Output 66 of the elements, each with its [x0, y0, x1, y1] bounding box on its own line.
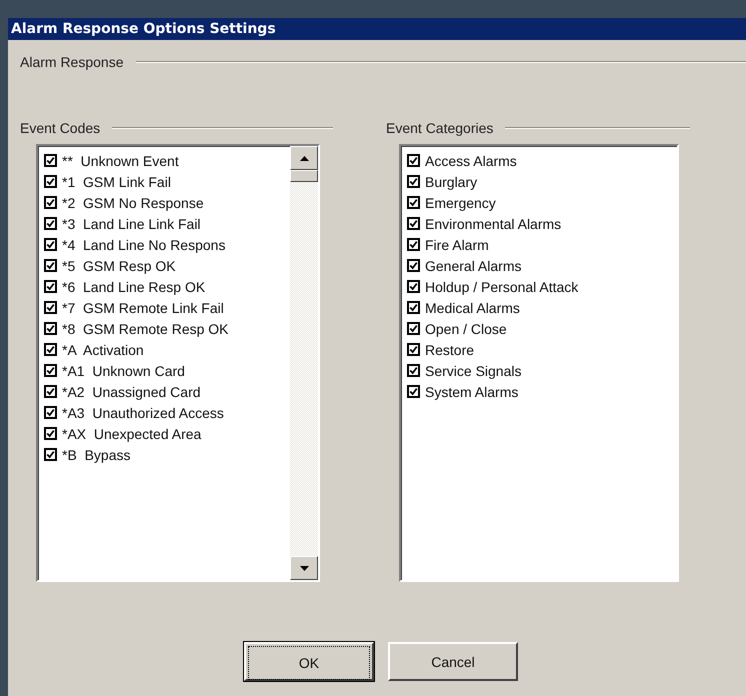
list-item[interactable]: Service Signals — [425, 362, 522, 378]
checkbox[interactable] — [407, 322, 420, 335]
list-item[interactable]: System Alarms — [425, 384, 518, 400]
checkbox[interactable] — [44, 280, 57, 293]
checkbox[interactable] — [44, 448, 57, 461]
down-arrow-icon — [300, 566, 308, 570]
list-item[interactable]: *8 GSM Remote Resp OK — [62, 320, 229, 336]
up-arrow-icon — [300, 156, 308, 160]
dialog-button[interactable]: OK — [244, 642, 374, 681]
checkbox[interactable] — [44, 343, 57, 356]
list-item[interactable]: *4 Land Line No Respons — [62, 236, 226, 252]
checkbox[interactable] — [407, 301, 420, 314]
checkbox[interactable] — [407, 259, 420, 272]
list-item[interactable]: *3 Land Line Link Fail — [62, 216, 201, 232]
checkbox[interactable] — [407, 175, 420, 188]
list-item[interactable]: *A Activation — [62, 342, 144, 358]
checkbox[interactable] — [44, 196, 57, 209]
list-item[interactable]: *AX Unexpected Area — [62, 426, 202, 442]
list-item[interactable]: Open / Close — [425, 320, 507, 336]
list-item[interactable]: *2 GSM No Response — [62, 194, 204, 210]
list-item[interactable]: *1 GSM Link Fail — [62, 174, 171, 190]
list-item[interactable]: Fire Alarm — [425, 236, 489, 252]
list-item[interactable]: Medical Alarms — [425, 300, 520, 316]
window-title: Alarm Response Options Settings — [8, 18, 746, 40]
list-item[interactable]: *7 GSM Remote Link Fail — [62, 300, 224, 316]
list-item[interactable]: *5 GSM Resp OK — [62, 258, 176, 274]
checkbox[interactable] — [44, 322, 57, 335]
list-item[interactable]: Access Alarms — [425, 152, 517, 168]
list-item[interactable]: General Alarms — [425, 258, 522, 274]
checkbox[interactable] — [407, 154, 420, 167]
list-item[interactable]: Holdup / Personal Attack — [425, 278, 578, 294]
group-label: Event Categories — [386, 120, 494, 136]
dialog-button[interactable]: Cancel — [388, 642, 518, 681]
checkbox[interactable] — [44, 385, 57, 398]
list-item[interactable]: *6 Land Line Resp OK — [62, 278, 206, 294]
scroll-down-button[interactable] — [290, 556, 318, 580]
checkbox[interactable] — [44, 154, 57, 167]
checkbox[interactable] — [44, 364, 57, 377]
checkbox[interactable] — [44, 301, 57, 314]
checkbox[interactable] — [44, 217, 57, 230]
checkbox[interactable] — [44, 259, 57, 272]
list-item[interactable]: ** Unknown Event — [62, 152, 179, 168]
checkbox[interactable] — [407, 217, 420, 230]
list-item[interactable]: *A2 Unassigned Card — [62, 384, 201, 400]
checkbox[interactable] — [44, 175, 57, 188]
checkbox[interactable] — [407, 343, 420, 356]
checkbox[interactable] — [407, 196, 420, 209]
list-item[interactable]: Emergency — [425, 194, 496, 210]
list-item[interactable]: *A1 Unknown Card — [62, 362, 185, 378]
checkbox[interactable] — [44, 427, 57, 440]
list-item[interactable]: *A3 Unauthorized Access — [62, 404, 224, 420]
list-item[interactable]: Environmental Alarms — [425, 216, 562, 232]
checkbox[interactable] — [44, 406, 57, 419]
list-item[interactable]: Restore — [425, 342, 474, 358]
checkbox[interactable] — [407, 238, 420, 251]
checkbox[interactable] — [407, 385, 420, 398]
list-item[interactable]: Burglary — [425, 174, 478, 190]
checkbox[interactable] — [44, 238, 57, 251]
scroll-thumb[interactable] — [290, 170, 318, 182]
list-item[interactable]: *B Bypass — [62, 446, 130, 462]
scrollbar[interactable] — [290, 146, 318, 580]
group-label: Event Codes — [20, 120, 100, 136]
checkbox[interactable] — [407, 280, 420, 293]
scroll-up-button[interactable] — [290, 146, 318, 170]
group-label: Alarm Response — [20, 54, 124, 70]
checkbox[interactable] — [407, 364, 420, 377]
